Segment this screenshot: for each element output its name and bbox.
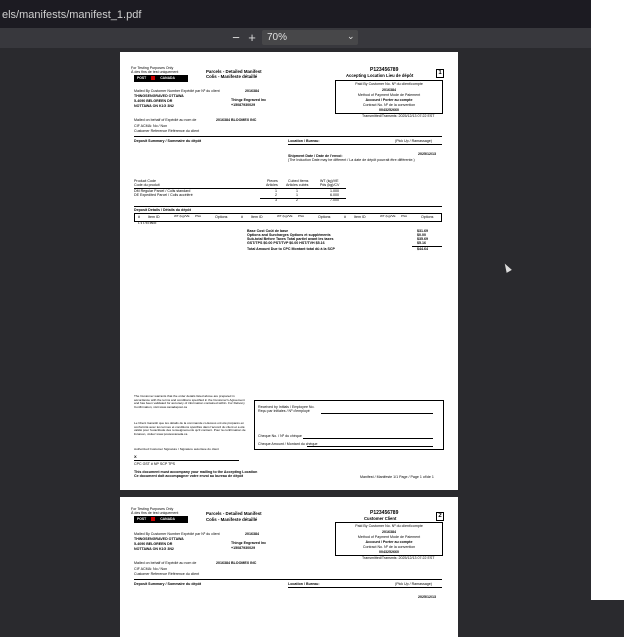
signature-line [134,460,239,461]
product-row: DE Expedited Parcel / Colis accéléré [134,193,193,197]
behalf-value: 2016384 BLOOMEX INC [216,561,257,565]
ref-line: Customer Reference Référence du client [134,129,200,133]
deposit-details-title: Deposit Details / Détails du dépôt [134,208,191,212]
zoom-value: 70% [267,32,288,43]
accompany-fr: Ce document doit accompagner votre envoi… [134,474,244,478]
canada-post-logo: POST CANADA [134,75,188,82]
deposit-summary-title: Deposit Summary / Sommaire du dépôt [134,139,202,143]
pickup-label: (Pick Up / Ramassage) [395,139,432,143]
location-bureau: Location / Bureau: [288,139,320,143]
product-row-cubed: 1 [296,193,298,197]
cif-line: CIF ACMA: No / Non [134,567,168,571]
divider [134,579,442,580]
deposit-summary-title: Deposit Summary / Sommaire du dépôt [134,582,202,586]
warranty-en: The Customer warrants that the order det… [134,394,245,410]
transmitted-time: Transmitted/Transmis: 2025/12/13 07:22 E… [362,556,435,560]
acceptance-box: Received by Initials / Employee No. Reçu… [254,400,444,450]
url-text[interactable]: els/manifests/manifest_1.pdf [2,9,141,21]
cif-line: CIF ACMA: No / Non [134,124,168,128]
pdf-toolbar: − + 70% ⌄ [0,28,591,48]
address-line-1: THINGSENGRAVED OTTAWA [134,537,184,541]
product-row-pieces: 2 [275,193,277,197]
signature-label: Authorized Customer Signature / Signatur… [134,447,219,451]
total-label: Total Amount Due to CPC Montant total dû… [247,247,335,251]
cubed-fr: Articles cubés [286,183,309,187]
behalf-value: 2016384 BLOOMEX INC [216,118,257,122]
page-badge: 2 [436,512,444,521]
total-weight: 7.000 [330,198,339,202]
page-footer: Manifest / Manifeste 1/1 Page / Page 1 o… [360,475,434,479]
testing-fr: À des fins de test uniquement [131,511,179,515]
ship-date-value: 2025/12/13 [418,152,436,156]
page-badge: 1 [436,69,444,78]
behalf-label: Mailed on behalf of Expédié au nom de [134,561,197,565]
total-cubed: 2 [296,198,298,202]
induction-note: (The Induction Date may be different / L… [288,158,415,162]
account-box: Paid By Customer No. Nº du client/compte… [335,80,443,114]
company-name: Thingz Engraved Inc [231,541,267,545]
address-line-3: NOTTAWA ON K1G 3N2 [134,104,174,108]
location-label: Accepting Location Lieu de dépôt [346,73,414,78]
testing-fr: À des fins de test uniquement [131,70,179,74]
weight-fr: Pds (kg)/CV [320,183,340,187]
location-label: Customer Client [364,516,397,521]
phone-number: +15087930029 [231,103,256,107]
detail-row: 1 3 1 53 IBDF [138,221,157,225]
charge-label: GST/TPS $0.00 PST/TVP $0.00 HST/TVH $5.1… [247,241,325,245]
pdf-page-1: For Testing Purposes Only À des fins de … [120,52,458,490]
address-line-3: NOTTAWA ON K1G 3N2 [134,547,174,551]
charge-value: $5.16 [417,241,426,245]
divider [134,206,442,207]
address-line-1: THINGSENGRAVED OTTAWA [134,94,184,98]
account-box: Paid By Customer No. Nº du client/compte… [335,522,443,556]
address-line-2: 5-4090 BELGREEN DR [134,542,173,546]
phone-number: +15087930029 [231,546,256,550]
detail-header-row: # Item ID WT (kg)/VE PSA Options # Item … [134,213,442,222]
browser-titlebar: els/manifests/manifest_1.pdf [0,0,591,28]
title-fr: Colis - Manifeste détaillé [206,74,258,79]
pieces-fr: Articles [266,183,278,187]
mailed-by-value: 2016384 [245,89,259,93]
window-edge [591,0,624,600]
product-row-weight: 6.000 [330,193,339,197]
zoom-in-button[interactable]: + [245,30,259,45]
product-code-fr: Code du produit [134,183,160,187]
mailed-by-label: Mailed By Customer Number Expédié par Nº… [134,89,220,93]
total-pieces: 3 [275,198,277,202]
mailed-by-label: Mailed By Customer Number Expédié par Nº… [134,532,220,536]
pdf-page-2: For Testing Purposes Only À des fins de … [120,497,458,637]
mailed-by-value: 2016384 [245,532,259,536]
address-line-2: 5-4090 BELGREEN DR [134,99,173,103]
behalf-label: Mailed on behalf of Expédié au nom de [134,118,197,122]
title-en: Parcels - Detailed Manifest [206,511,262,516]
zoom-select[interactable]: 70% ⌄ [262,30,358,45]
ref-line: Customer Reference Référence du client [134,572,200,576]
canada-post-logo: POST CANADA [134,516,188,523]
location-bureau: Location / Bureau: [288,582,320,586]
total-value: $44.64 [417,247,428,251]
ship-date-value: 2025/12/13 [418,595,436,599]
divider [288,144,442,145]
divider [134,136,442,137]
chevron-down-icon: ⌄ [347,31,355,41]
zoom-out-button[interactable]: − [229,30,243,45]
warranty-fr: Le Client Garantit que les détails de la… [134,421,246,437]
gst-line: CPC GST # NP SCP TPS [134,462,176,466]
title-fr: Colis - Manifeste détaillé [206,517,258,522]
divider [288,587,442,588]
transmitted-time: Transmitted/Transmis: 2025/12/13 07:22 E… [362,114,435,118]
company-name: Thingz Engraved Inc [231,98,267,102]
pickup-label: (Pick Up / Ramassage) [395,582,432,586]
